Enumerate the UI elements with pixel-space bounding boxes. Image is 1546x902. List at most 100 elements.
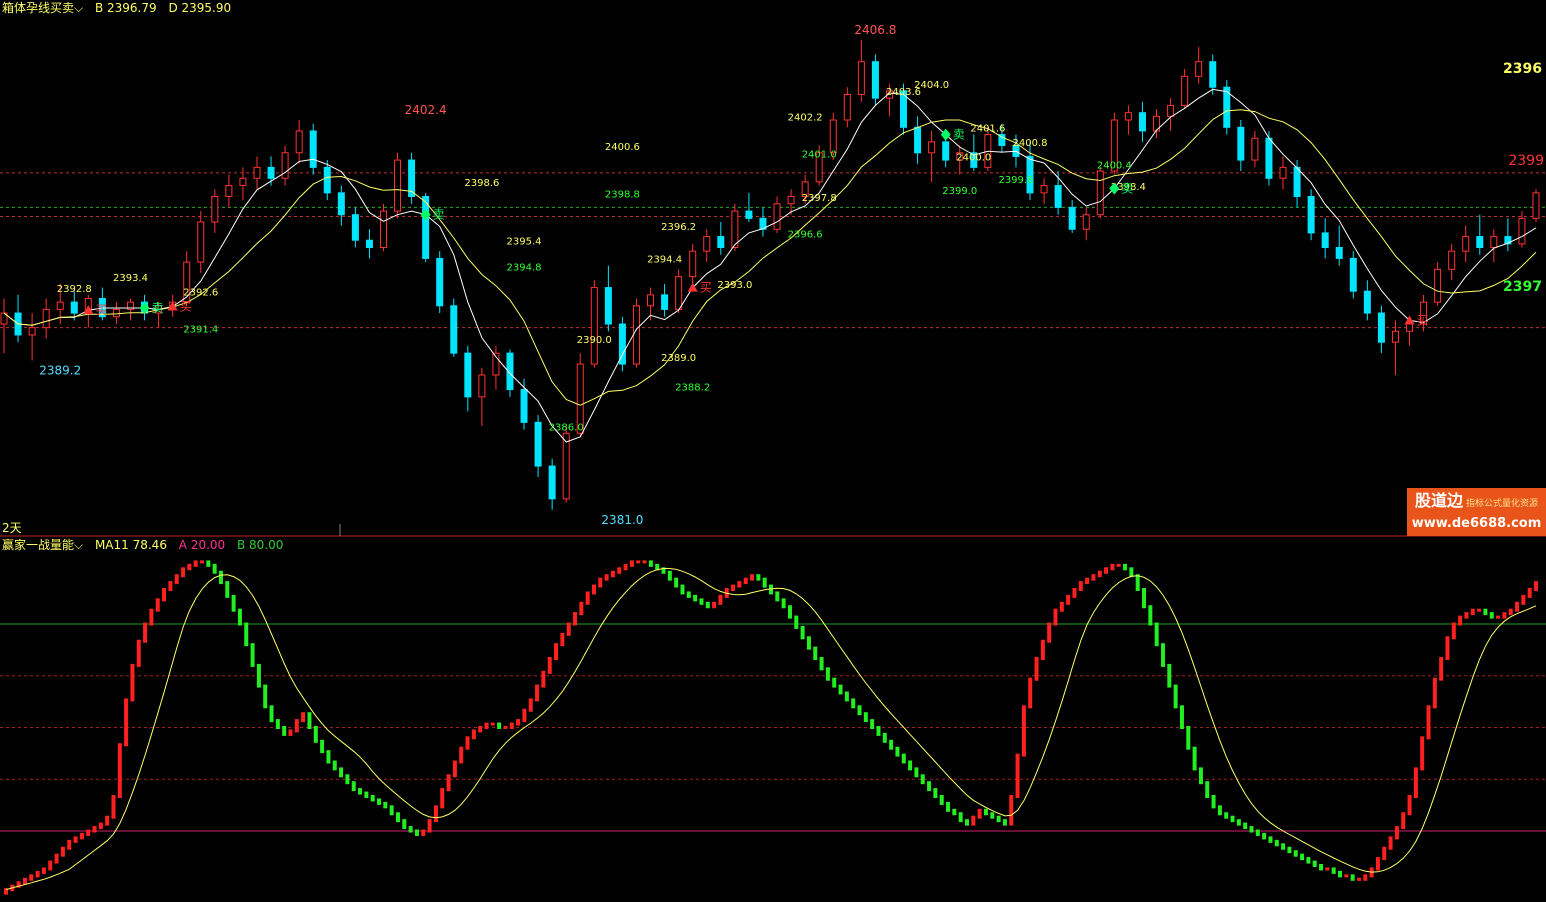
top-indicator-name[interactable]: 箱体孕线买卖 (2, 1, 74, 15)
energy-bar (604, 574, 609, 581)
candle-body (1532, 192, 1540, 219)
chevron-down-icon[interactable]: ⌵ (74, 538, 83, 552)
energy-bar (1439, 657, 1444, 681)
energy-bar (1160, 643, 1165, 667)
energy-bar (427, 819, 432, 833)
energy-bar (1382, 846, 1387, 861)
energy-bar (320, 739, 325, 754)
energy-bar (111, 795, 116, 819)
energy-bar (1293, 850, 1298, 857)
energy-bar (585, 591, 590, 605)
energy-bar (1502, 612, 1507, 619)
energy-bar (459, 746, 464, 764)
energy-bar (124, 698, 129, 747)
price-candles[interactable] (0, 39, 1540, 510)
candle-body (703, 236, 711, 252)
moving-average-lines (3, 88, 1537, 443)
energy-bar (598, 577, 603, 588)
energy-bar (60, 846, 65, 857)
b-value-bottom: B 80.00 (237, 538, 284, 552)
energy-bar (149, 608, 154, 626)
candle-body (843, 94, 851, 121)
candle-body (1490, 236, 1498, 248)
energy-bar (983, 808, 988, 816)
energy-bar (1508, 608, 1513, 616)
candle-body (1040, 185, 1048, 194)
price-label: 2396.6 (788, 230, 823, 241)
d-value: D 2395.90 (168, 1, 232, 15)
energy-bar (1173, 684, 1178, 709)
candle-body (1068, 206, 1076, 230)
candle-body (787, 196, 795, 205)
energy-bar (712, 601, 717, 609)
energy-bar (358, 788, 363, 795)
right-price-mid: 2399 (1508, 153, 1544, 169)
energy-bar (579, 601, 584, 616)
energy-bar (294, 719, 299, 733)
sell-signal-label: 卖 (953, 128, 965, 142)
energy-bar (440, 788, 445, 809)
energy-bar (1413, 767, 1418, 798)
candle-body (211, 196, 219, 223)
candle-body (267, 166, 275, 179)
energy-bar (882, 732, 887, 743)
energy-bar (737, 581, 742, 588)
energy-bar (775, 591, 780, 602)
period-label: 2天 (2, 521, 22, 535)
candle-body (337, 192, 345, 216)
energy-bar (54, 853, 59, 864)
energy-bar (446, 774, 451, 792)
candle-body (56, 301, 64, 310)
energy-bar (326, 750, 331, 764)
energy-bar (699, 598, 704, 605)
candle-body (351, 214, 359, 241)
energy-bar (1477, 608, 1482, 612)
candle-body (1377, 312, 1385, 343)
candle-body (1082, 214, 1090, 230)
candle-body (661, 294, 669, 310)
chevron-down-icon[interactable]: ⌵ (74, 1, 83, 15)
candle-body (253, 166, 261, 179)
price-label: 2400.0 (956, 153, 991, 164)
candle-body (745, 210, 753, 219)
energy-bar (345, 774, 350, 785)
energy-bar (414, 829, 419, 836)
energy-bar (636, 560, 641, 564)
energy-bar (876, 726, 881, 736)
candle-body (1518, 217, 1526, 245)
energy-bar (522, 708, 527, 723)
candle-body (647, 294, 655, 307)
price-label: 2401.0 (802, 150, 837, 161)
energy-bar (787, 605, 792, 619)
energy-bar (516, 719, 521, 726)
energy-bar (1097, 570, 1102, 578)
energy-bar (825, 667, 830, 681)
energy-bar (547, 657, 552, 674)
price-label: 2392.6 (183, 288, 218, 299)
bottom-indicator-name[interactable]: 赢家一战量能 (2, 538, 74, 552)
candle-body (632, 305, 640, 365)
energy-bar (1110, 563, 1115, 571)
energy-bar (1034, 657, 1039, 681)
energy-bar (813, 646, 818, 660)
energy-bar (1148, 605, 1153, 626)
price-label: 2386.0 (549, 423, 584, 434)
candle-body (239, 177, 247, 187)
candle-body (590, 287, 598, 365)
energy-bar (332, 760, 337, 771)
candle-body (379, 210, 387, 248)
energy-bar (693, 594, 698, 602)
price-label: 2400.8 (1013, 138, 1048, 149)
energy-bar (1281, 843, 1286, 850)
energy-bar (686, 591, 691, 598)
energy-bar (22, 877, 27, 885)
energy-bar (1451, 622, 1456, 640)
energy-bar (1059, 601, 1064, 612)
buy-signal-label: 买 (180, 300, 192, 314)
candle-body (422, 196, 430, 259)
candle-body (717, 236, 725, 248)
candle-body (1251, 137, 1259, 161)
candle-body (281, 152, 289, 179)
candle-body (1391, 330, 1399, 343)
energy-bar (370, 795, 375, 802)
